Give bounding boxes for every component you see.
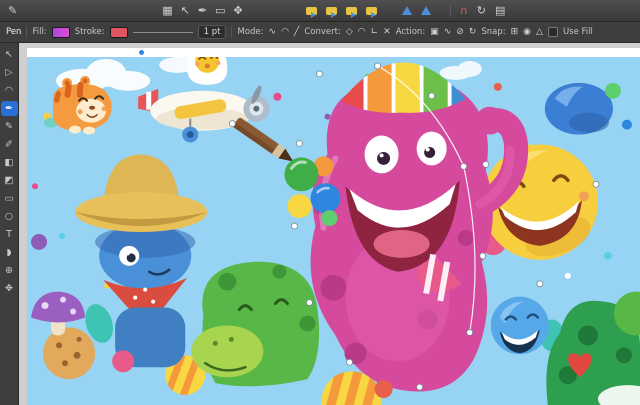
move-tool[interactable]: ↖ xyxy=(1,47,18,62)
action-join-icon[interactable]: ⊘ xyxy=(456,28,464,37)
action-label: Action: xyxy=(396,27,425,37)
move-cursor-icon[interactable]: ↖ xyxy=(181,5,190,16)
align-vertical-icon[interactable] xyxy=(421,6,431,15)
align-horizontal-icon[interactable] xyxy=(402,6,412,15)
red-ball xyxy=(375,380,393,398)
mode-label: Mode: xyxy=(237,27,263,37)
context-toolbar: Pen Fill: Stroke: 1 pt Mode: ∿ ◠ ╱ Conve… xyxy=(0,22,640,43)
pen-nib-icon[interactable]: ✒ xyxy=(198,5,207,16)
snap-grid-icon[interactable]: ⊞ xyxy=(511,28,519,37)
fill-tool[interactable]: ◧ xyxy=(1,155,18,170)
selection-icon-group: ▦ ↖ ✒ ▭ ✥ xyxy=(162,5,242,16)
convert-sharp-icon[interactable]: ◇ xyxy=(346,28,353,37)
insert-on-top-icon[interactable] xyxy=(346,7,357,15)
cookie xyxy=(43,327,95,379)
app-pencil-icon[interactable]: ✎ xyxy=(8,5,17,16)
pencil-tool[interactable]: ✎ xyxy=(1,119,18,134)
text-tool[interactable]: T xyxy=(1,227,18,242)
hand-tool[interactable]: ✥ xyxy=(1,281,18,296)
insert-behind-icon[interactable] xyxy=(306,7,317,15)
action-close-curve-icon[interactable]: ▣ xyxy=(430,28,439,37)
egg-pilot xyxy=(187,57,227,85)
convert-smooth-icon[interactable]: ◠ xyxy=(358,28,366,37)
node-tool[interactable]: ▷ xyxy=(1,65,18,80)
align-icon-group xyxy=(402,6,431,15)
transform-icon[interactable]: ✥ xyxy=(233,5,242,16)
rotate-icon[interactable]: ↻ xyxy=(477,5,486,16)
artboard xyxy=(27,48,640,405)
corner-tool[interactable]: ◠ xyxy=(1,83,18,98)
illustration-area xyxy=(27,57,640,405)
snap-angle-icon[interactable]: △ xyxy=(536,28,543,37)
mode-line-icon[interactable]: ╱ xyxy=(294,28,299,37)
fill-label: Fill: xyxy=(32,27,46,37)
artboard-icon[interactable]: ▦ xyxy=(162,5,172,16)
stroke-label: Stroke: xyxy=(75,27,105,37)
use-fill-label: Use Fill xyxy=(563,27,593,37)
insert-target-group xyxy=(306,7,377,15)
select-same-icon[interactable] xyxy=(366,7,377,15)
purple-ball xyxy=(31,234,47,250)
pen-tool[interactable]: ✒ xyxy=(1,101,18,116)
confetti-dot xyxy=(139,50,144,55)
snapping-magnet-icon[interactable]: ∩ xyxy=(460,5,468,16)
fill-color-swatch[interactable] xyxy=(52,27,70,38)
ellipse-tool[interactable]: ○ xyxy=(1,209,18,224)
grid-icon[interactable]: ▤ xyxy=(495,5,505,16)
action-reverse-icon[interactable]: ↻ xyxy=(469,28,477,37)
action-smooth-icon[interactable]: ∿ xyxy=(444,28,452,37)
brush-tool[interactable]: ✐ xyxy=(1,137,18,152)
stroke-color-swatch[interactable] xyxy=(110,27,128,38)
transparency-tool[interactable]: ◩ xyxy=(1,173,18,188)
insert-inside-icon[interactable] xyxy=(326,7,337,15)
convert-break-icon[interactable]: ✕ xyxy=(383,28,391,37)
context-divider xyxy=(231,26,232,38)
current-tool-label: Pen xyxy=(6,27,21,37)
canvas[interactable] xyxy=(19,43,640,405)
shape-icon[interactable]: ▭ xyxy=(215,5,225,16)
mode-smart-icon[interactable]: ◠ xyxy=(281,28,289,37)
pink-ball xyxy=(112,350,134,372)
zoom-tool[interactable]: ⊕ xyxy=(1,263,18,278)
tools-panel: ↖ ▷ ◠ ✒ ✎ ✐ ◧ ◩ ▭ ○ T ◗ ⊕ ✥ xyxy=(0,43,19,405)
toolbar-divider xyxy=(450,5,451,17)
rectangle-tool[interactable]: ▭ xyxy=(1,191,18,206)
snap-node-icon[interactable]: ◉ xyxy=(523,28,531,37)
stroke-width-slider[interactable] xyxy=(133,32,193,33)
stroke-width-value[interactable]: 1 pt xyxy=(198,25,227,39)
main-toolbar: ✎ ▦ ↖ ✒ ▭ ✥ ∩ ↻ ▤ xyxy=(0,0,640,22)
convert-corner-icon[interactable]: ∟ xyxy=(371,28,379,37)
snap-label: Snap: xyxy=(481,27,505,37)
illustration-svg xyxy=(27,57,640,405)
mode-draw-icon[interactable]: ∿ xyxy=(269,28,277,37)
misc-icon-group: ∩ ↻ ▤ xyxy=(450,5,506,17)
context-divider xyxy=(26,26,27,38)
color-picker-tool[interactable]: ◗ xyxy=(1,245,18,260)
convert-label: Convert: xyxy=(304,27,340,37)
use-fill-checkbox[interactable] xyxy=(548,27,558,37)
